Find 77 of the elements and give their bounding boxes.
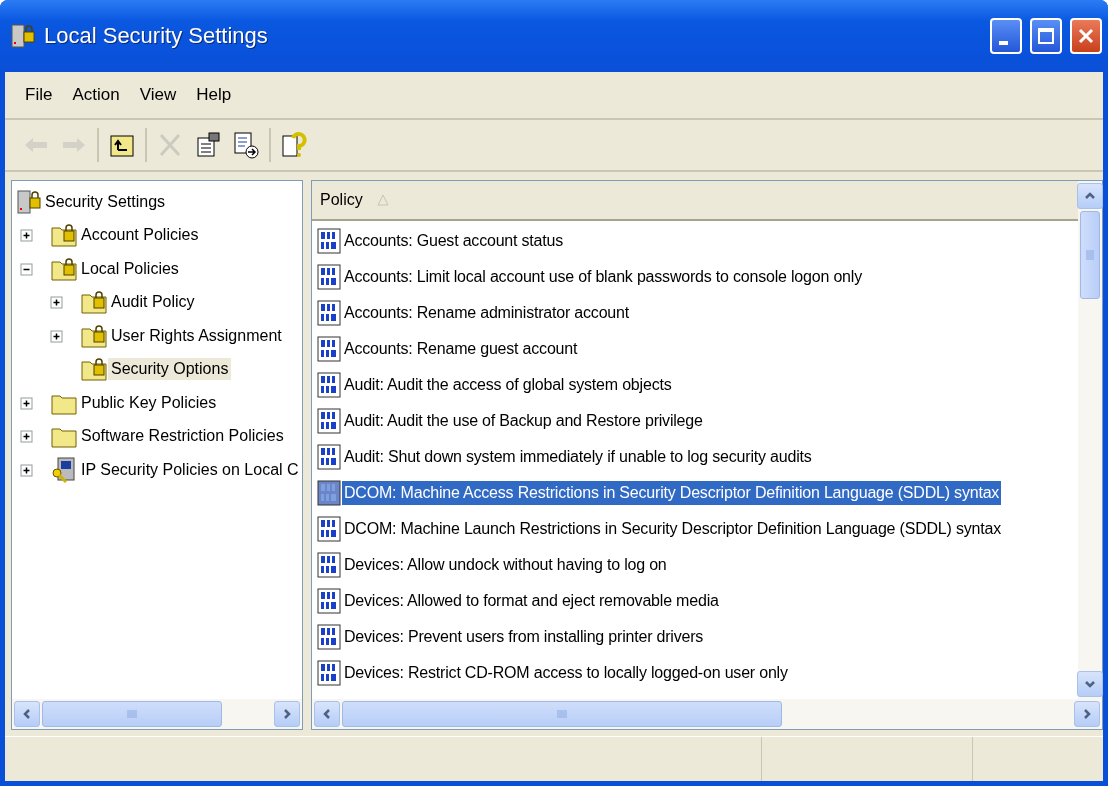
minimize-icon [998, 41, 1008, 45]
grip-icon [127, 709, 137, 719]
binary-document-icon [316, 443, 342, 471]
tree-item[interactable]: Software Restriction Policies [78, 425, 287, 448]
tree-item[interactable]: Local Policies [78, 257, 182, 280]
chevron-right-icon [1081, 708, 1093, 720]
binary-document-icon [316, 407, 342, 435]
policy-item[interactable]: Audit: Shut down system immediately if unable to log security audits [342, 445, 814, 469]
scroll-down-button[interactable] [1077, 671, 1103, 697]
menu-item[interactable]: Action [64, 81, 128, 109]
locked-folder-icon [50, 222, 78, 249]
computer-key-icon [50, 455, 78, 484]
binary-document-icon [316, 479, 342, 507]
policy-item[interactable]: Devices: Allow undock without having to log on [342, 553, 669, 577]
binary-document-icon [316, 371, 342, 399]
document-arrow-icon [231, 130, 261, 160]
policy-item[interactable]: Accounts: Rename administrator account [342, 301, 631, 325]
server-lock-icon [16, 188, 42, 215]
locked-folder-icon [80, 322, 108, 349]
locked-folder-icon [80, 356, 108, 383]
column-header[interactable]: Policy [312, 181, 1078, 219]
policy-item[interactable]: Devices: Allowed to format and eject removable media [342, 589, 721, 613]
tree-item[interactable]: Security Options [108, 358, 232, 381]
export-button[interactable] [231, 130, 261, 160]
tree-item[interactable]: User Rights Assignment [108, 324, 285, 347]
tree-item[interactable]: Public Key Policies [78, 391, 220, 414]
chevron-left-icon [321, 708, 333, 720]
policy-item[interactable]: Audit: Audit the use of Backup and Restore privilege [342, 409, 705, 433]
menu-item[interactable]: Help [188, 81, 240, 109]
tree-item[interactable]: Account Policies [78, 224, 202, 247]
policy-item[interactable]: Accounts: Rename guest account [342, 337, 580, 361]
policy-item[interactable]: Accounts: Limit local account use of blank passwords to console logon only [342, 265, 864, 289]
menu-item[interactable]: File [17, 81, 61, 109]
binary-document-icon [316, 551, 342, 579]
binary-document-icon [316, 587, 342, 615]
scroll-left-button[interactable] [14, 701, 40, 727]
chevron-left-icon [21, 708, 33, 720]
scrollbar-thumb[interactable] [42, 701, 222, 727]
scroll-right-button[interactable] [1074, 701, 1100, 727]
policy-item[interactable]: Accounts: Guest account status [342, 229, 565, 253]
locked-folder-icon [80, 289, 108, 316]
policy-item[interactable]: Audit: Audit the access of global system objects [342, 373, 674, 397]
maximize-button[interactable] [1030, 18, 1062, 54]
scrollbar-thumb[interactable] [1080, 211, 1100, 299]
policy-item[interactable]: Devices: Restrict CD-ROM access to locally logged-on user only [342, 661, 790, 685]
scrollbar-thumb[interactable] [342, 701, 782, 727]
server-lock-icon [10, 23, 36, 49]
close-icon [1077, 27, 1095, 45]
grip-icon [557, 709, 567, 719]
scroll-left-button[interactable] [314, 701, 340, 727]
policy-item[interactable]: DCOM: Machine Launch Restrictions in Security Descriptor Definition Language (SDDL) syntax [342, 517, 1003, 541]
locked-folder-icon [50, 255, 78, 282]
tree-item[interactable]: IP Security Policies on Local C [78, 458, 302, 481]
policy-item[interactable]: Devices: Prevent users from installing printer drivers [342, 625, 706, 649]
tree-item[interactable]: Audit Policy [108, 291, 198, 314]
help-button[interactable] [279, 130, 309, 160]
binary-document-icon [316, 659, 342, 687]
sort-ascending-icon [376, 194, 389, 206]
chevron-down-icon [1084, 678, 1096, 690]
grip-icon [1085, 250, 1095, 260]
menu-item[interactable]: View [131, 81, 185, 109]
binary-document-icon [316, 623, 342, 651]
binary-document-icon [316, 299, 342, 327]
tree-item[interactable]: Security Settings [42, 190, 169, 213]
scroll-right-button[interactable] [274, 701, 300, 727]
chevron-right-icon [281, 708, 293, 720]
binary-document-icon [316, 335, 342, 363]
binary-document-icon [316, 263, 342, 291]
help-icon [279, 130, 309, 160]
binary-document-icon [316, 515, 342, 543]
window-title: Local Security Settings [44, 23, 269, 49]
minimize-button[interactable] [990, 18, 1022, 54]
scroll-up-button[interactable] [1077, 183, 1103, 209]
binary-document-icon [316, 227, 342, 255]
maximize-icon [1037, 27, 1055, 45]
policy-item[interactable]: DCOM: Machine Access Restrictions in Security Descriptor Definition Language (SDDL) syntax [342, 481, 1002, 505]
close-button[interactable] [1070, 18, 1102, 54]
